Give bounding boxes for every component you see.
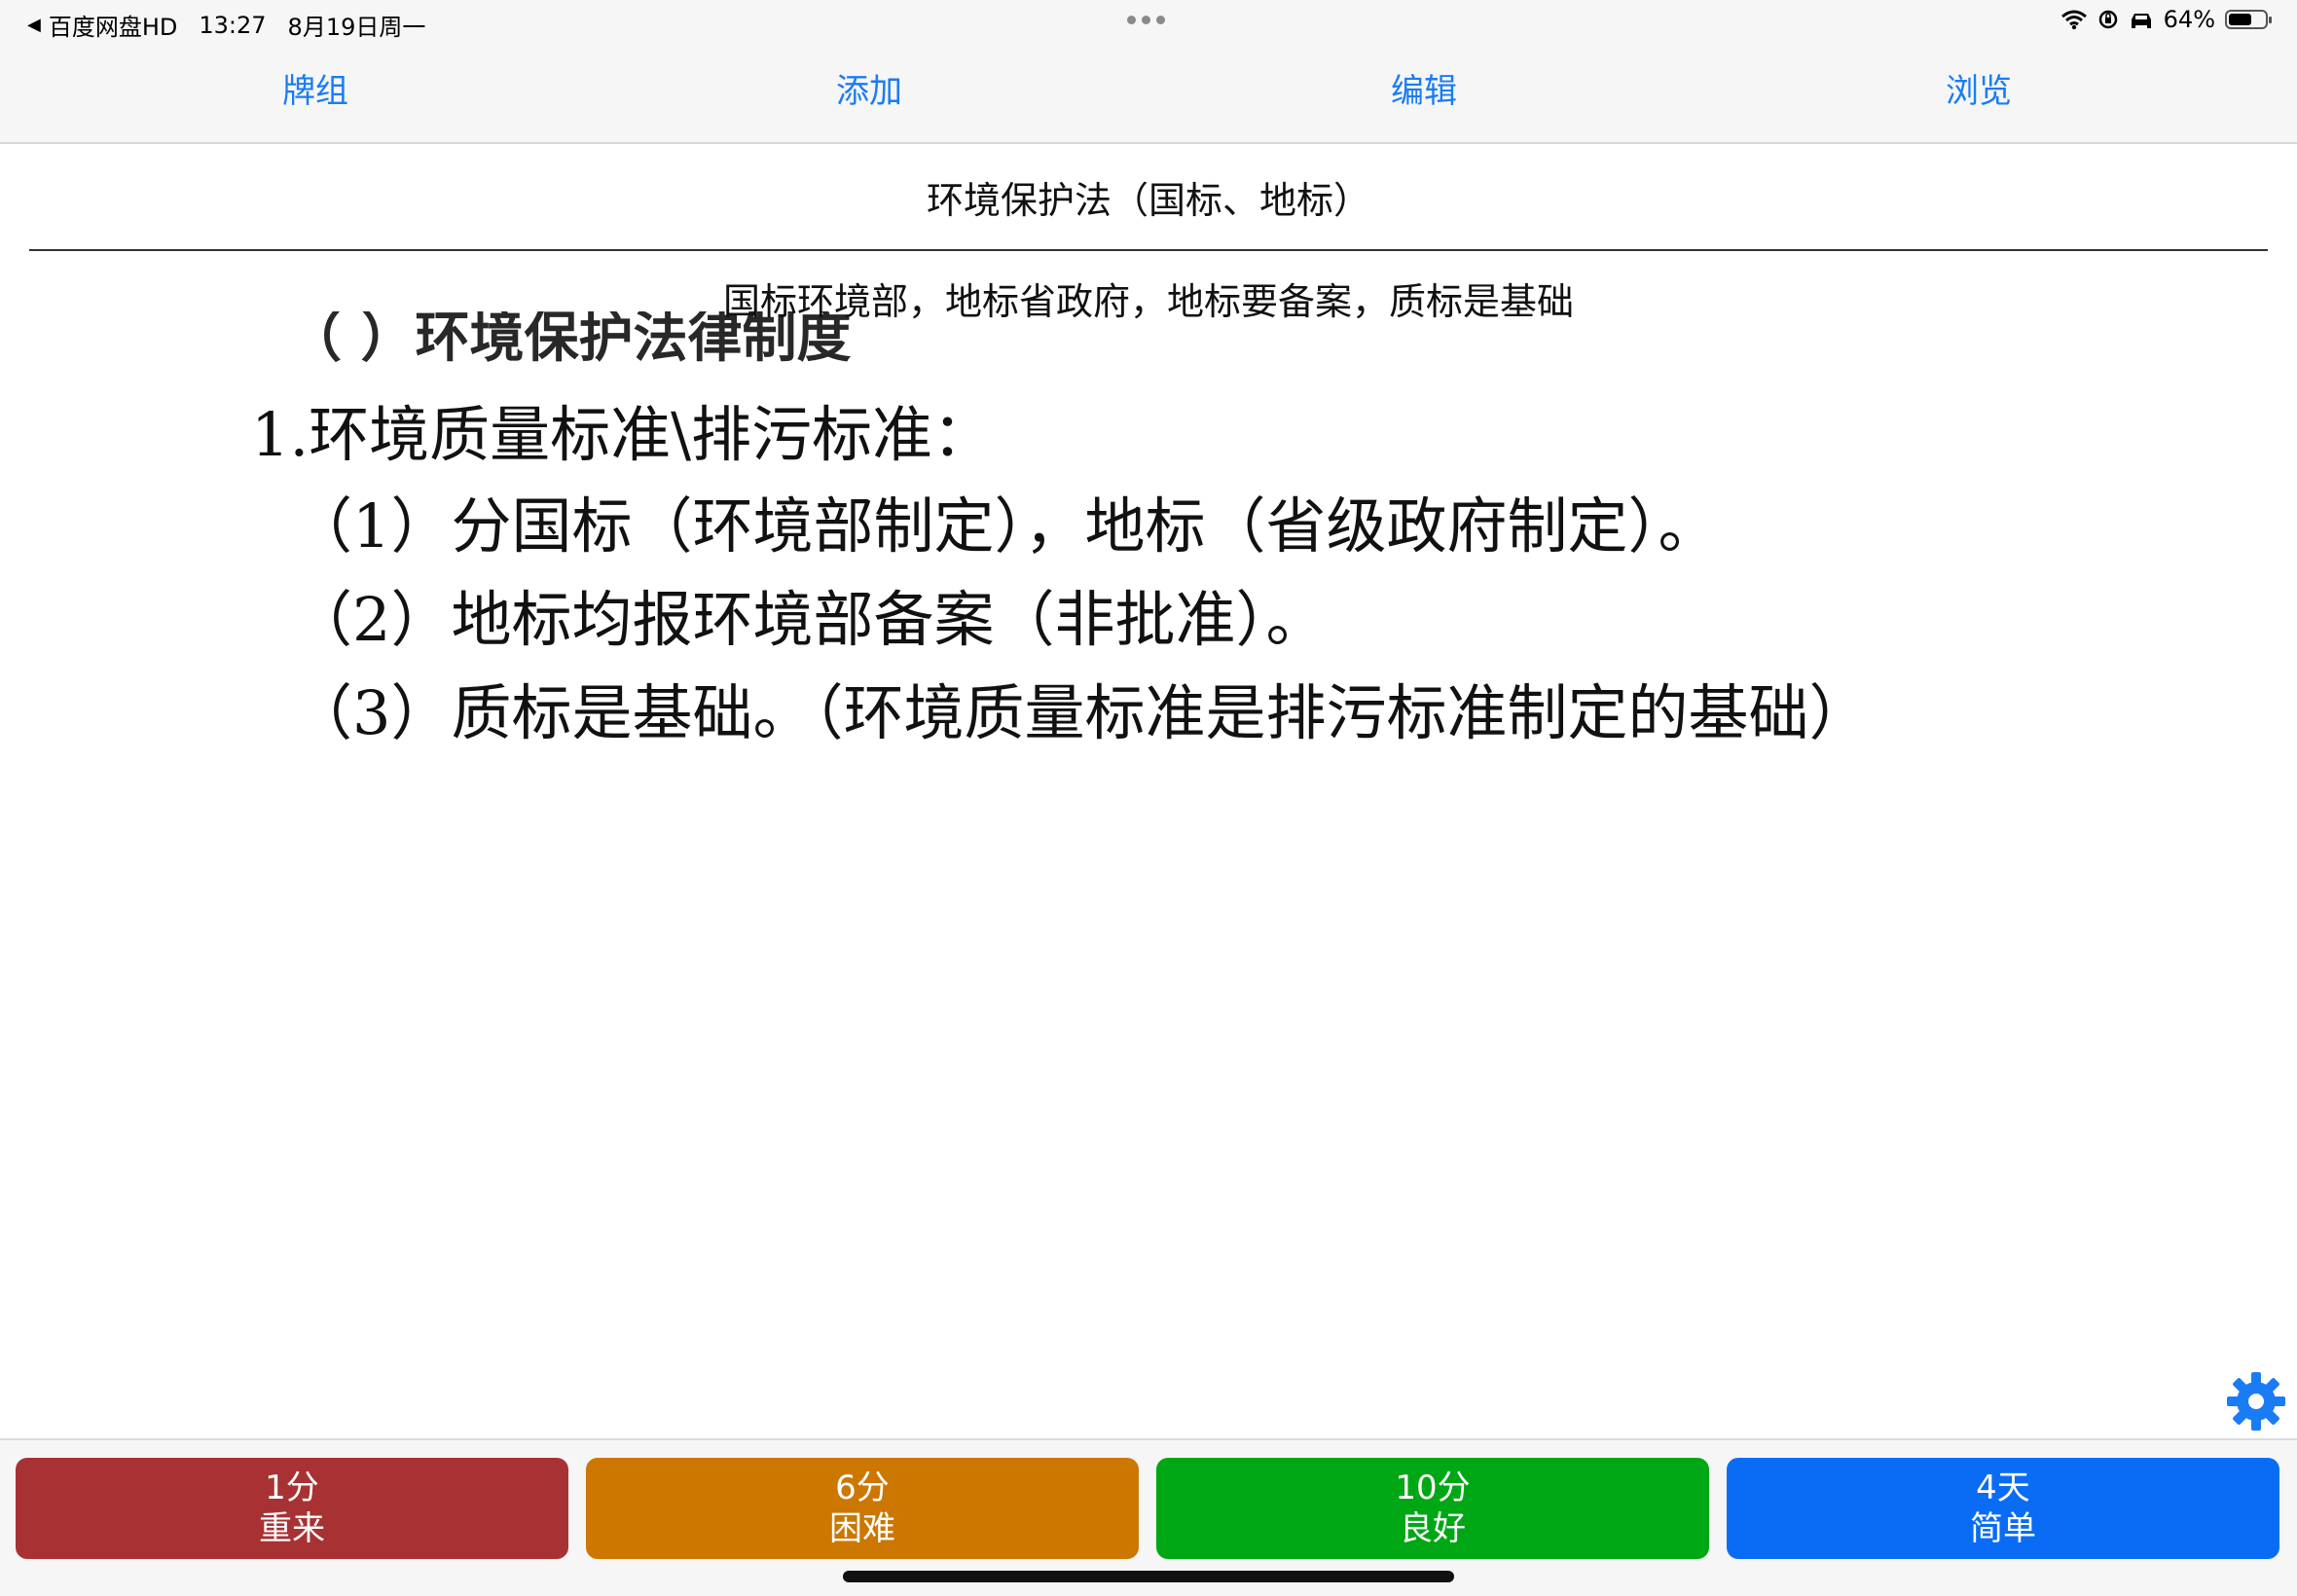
good-label: 良好 (1400, 1509, 1466, 1548)
top-nav: 牌组 添加 编辑 浏览 (0, 47, 2297, 144)
again-button[interactable]: 1分 重来 (16, 1458, 568, 1559)
decks-button[interactable]: 牌组 (169, 68, 461, 115)
dot (1142, 16, 1150, 24)
status-left: ◀ 百度网盘HD 13:27 8月19日周一 (27, 8, 425, 42)
easy-interval: 4天 (1976, 1469, 2030, 1507)
card-divider (29, 249, 2268, 251)
note-line-1: 1.环境质量标准\排污标准： (251, 399, 994, 470)
battery-icon (2225, 10, 2272, 29)
note-line-2: （1）分国标（环境部制定），地标（省级政府制定）。 (292, 490, 1719, 562)
browse-button[interactable]: 浏览 (1833, 68, 2125, 115)
status-date: 8月19日周一 (287, 14, 426, 41)
orientation-lock-icon (2098, 10, 2117, 29)
dot (1156, 16, 1165, 24)
add-button[interactable]: 添加 (723, 68, 1015, 115)
gear-icon[interactable] (2225, 1370, 2287, 1433)
again-label: 重来 (259, 1509, 325, 1548)
note-line-3: （2）地标均报环境部备案（非批准）。 (292, 584, 1327, 655)
again-interval: 1分 (265, 1469, 319, 1507)
card-note-image: （ ）环境保护法律制度 1.环境质量标准\排污标准： （1）分国标（环境部制定）… (234, 311, 1947, 749)
wifi-icon (2060, 10, 2087, 30)
good-interval: 10分 (1395, 1469, 1471, 1507)
hard-interval: 6分 (835, 1469, 890, 1507)
multitask-menu[interactable] (1127, 16, 1165, 24)
dot (1127, 16, 1136, 24)
back-arrow-icon[interactable]: ◀ (27, 15, 41, 35)
easy-button[interactable]: 4天 简单 (1727, 1458, 2279, 1559)
status-time: 13:27 (199, 11, 267, 39)
battery-percent: 64% (2163, 6, 2215, 33)
edit-button[interactable]: 编辑 (1278, 68, 1570, 115)
card-front-text: 环境保护法（国标、地标） (926, 179, 1370, 222)
hard-button[interactable]: 6分 困难 (586, 1458, 1139, 1559)
note-line-4: （3）质标是基础。（环境质量标准是排污标准制定的基础） (292, 677, 1870, 748)
back-app-label[interactable]: 百度网盘HD (49, 8, 178, 42)
card-back-text: 国标环境部，地标省政府，地标要备案，质标是基础 (722, 280, 1574, 323)
battery-fill (2229, 14, 2252, 25)
good-button[interactable]: 10分 良好 (1156, 1458, 1709, 1559)
status-bar: ◀ 百度网盘HD 13:27 8月19日周一 64% (0, 0, 2297, 47)
easy-label: 简单 (1970, 1509, 2036, 1548)
home-indicator[interactable] (843, 1571, 1454, 1582)
car-icon (2131, 14, 2151, 28)
hard-label: 困难 (829, 1509, 895, 1548)
battery-cap (2269, 17, 2272, 23)
status-right: 64% (2060, 6, 2272, 33)
